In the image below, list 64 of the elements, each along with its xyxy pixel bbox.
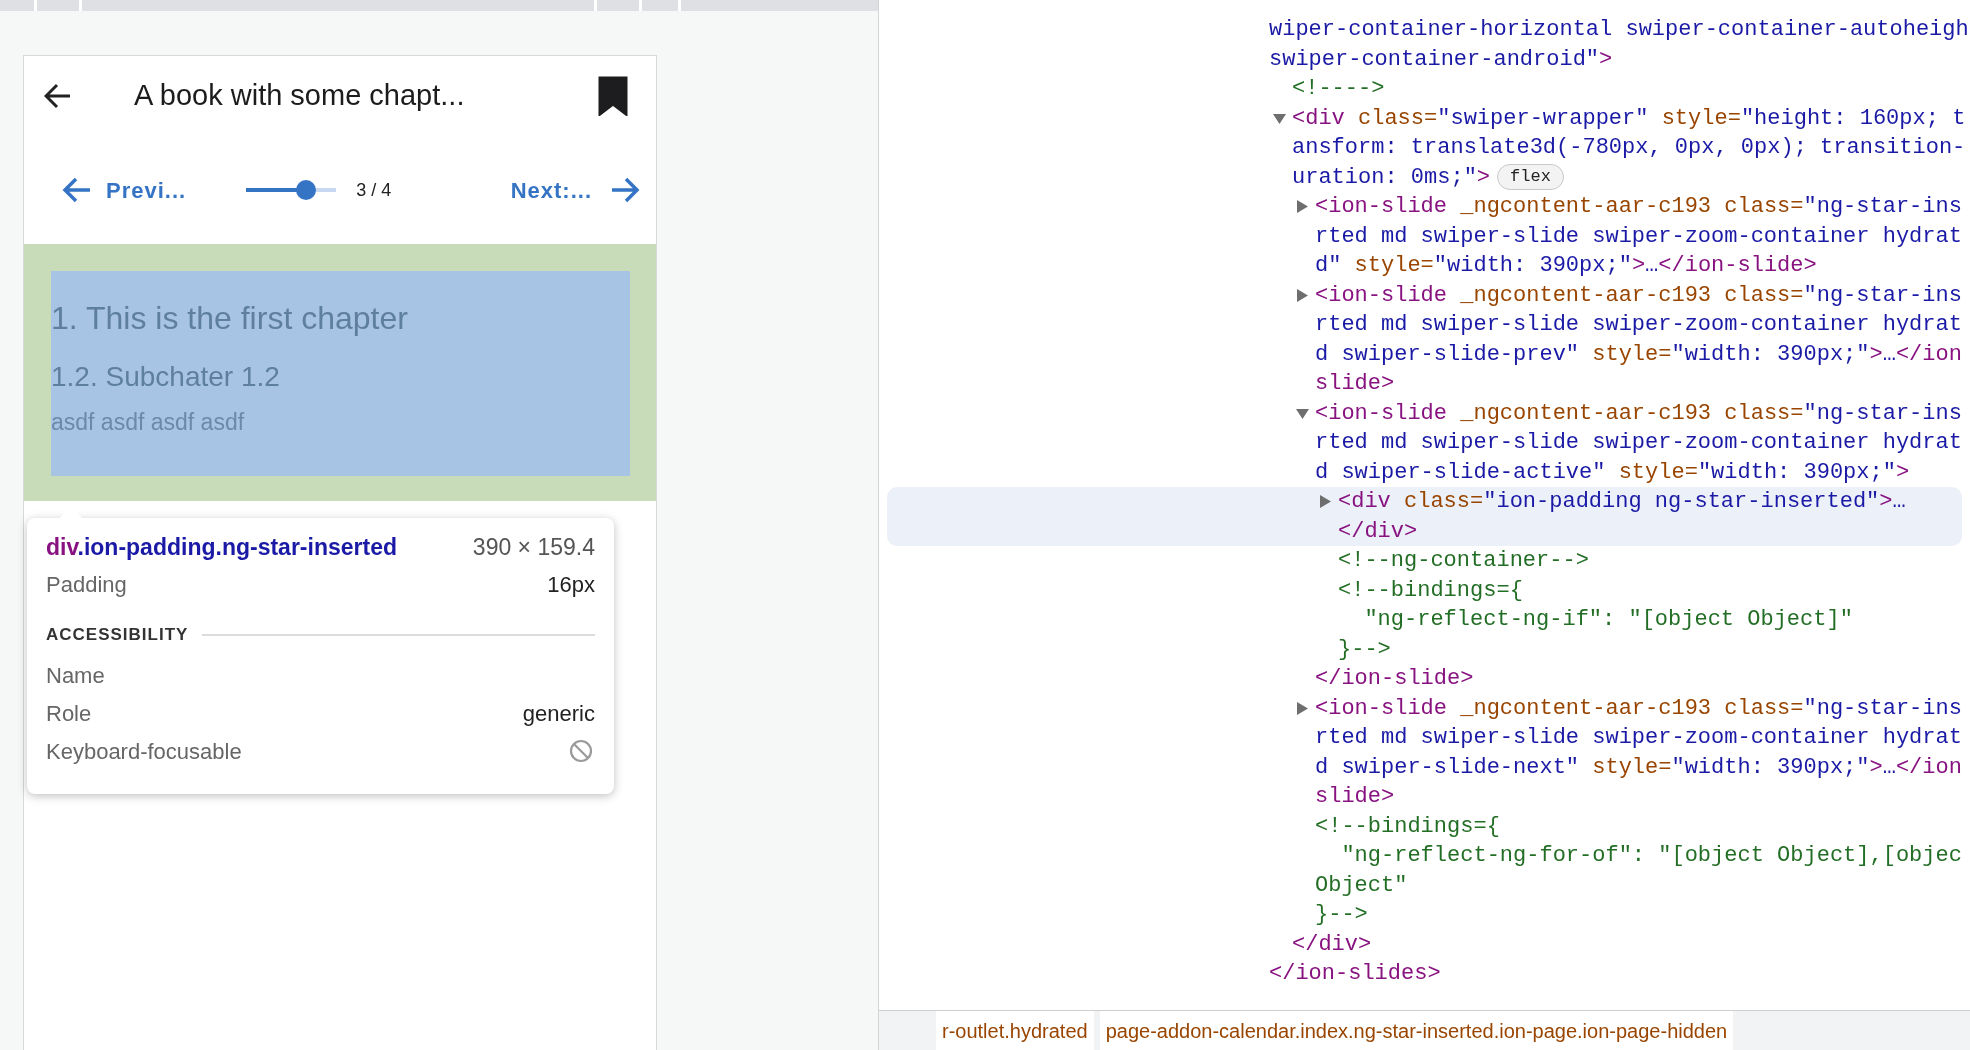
- property-label: Role: [46, 699, 92, 728]
- code-line: d" style="width: 390px;">…</ion-slide>: [1315, 252, 1817, 281]
- code-line: slide>: [1315, 783, 1395, 812]
- code-line: }-->: [1338, 635, 1391, 664]
- code-line: </ion-slide>: [1315, 665, 1474, 694]
- element-selector: div.ion-padding.ng-star-inserted: [46, 532, 397, 562]
- subchapter-heading: 1.2. Subchater 1.2: [51, 360, 281, 394]
- caret-icon[interactable]: [1296, 406, 1309, 420]
- code-line: <!--bindings={: [1338, 576, 1523, 605]
- code-line: <ion-slide _ngcontent-aar-c193 class="ng-star-ins: [1315, 281, 1962, 310]
- chapter-text: asdf asdf asdf asdf: [51, 408, 246, 437]
- chapter-heading: 1. This is the first chapter: [51, 299, 409, 338]
- code-line: <ion-slide _ngcontent-aar-c193 class="ng-star-ins: [1315, 694, 1962, 723]
- next-button[interactable]: Next:...: [510, 173, 640, 207]
- code-line: </div>: [1338, 517, 1418, 546]
- code-line: <div class="ion-padding ng-star-inserted">…: [1338, 488, 1906, 517]
- code-line: rted md swiper-slide swiper-zoom-container hydrat: [1315, 724, 1962, 753]
- code-line: slide>: [1315, 370, 1395, 399]
- slider-thumb[interactable]: [295, 180, 316, 200]
- code-line: <!--bindings={: [1315, 812, 1500, 841]
- code-line: d swiper-slide-prev" style="width: 390px;">…</ion: [1315, 340, 1962, 369]
- book-title: A book with some chapt...: [134, 78, 465, 114]
- breadcrumb-item[interactable]: r-outlet.hydrated: [936, 1011, 1094, 1050]
- breadcrumb-item[interactable]: page-addon-calendar.index.ng-star-inserted.ion-page.ion-page-hidden: [1099, 1011, 1734, 1050]
- arrow-right-icon: [610, 177, 640, 203]
- code-line: d swiper-slide-active" style="width: 390px;">: [1315, 458, 1910, 487]
- code-line: rted md swiper-slide swiper-zoom-container hydrat: [1315, 429, 1962, 458]
- property-label: Keyboard-focusable: [46, 737, 242, 766]
- bookmark-icon[interactable]: [598, 76, 628, 116]
- code-line: rted md swiper-slide swiper-zoom-container hydrat: [1315, 222, 1962, 251]
- arrow-left-icon: [62, 177, 92, 203]
- code-line: <!--ng-container-->: [1338, 547, 1589, 576]
- caret-icon[interactable]: [1296, 200, 1309, 214]
- code-line: d swiper-slide-next" style="width: 390px;">…</ion: [1315, 753, 1962, 782]
- code-line: <ion-slide _ngcontent-aar-c193 class="ng-star-ins: [1315, 399, 1962, 428]
- code-line: ansform: translate3d(-780px, 0px, 0px); transition-: [1292, 134, 1966, 163]
- property-value: generic: [522, 699, 595, 728]
- code-line: Object": [1315, 871, 1408, 900]
- flex-badge[interactable]: flex: [1497, 164, 1564, 191]
- code-line: </div>: [1292, 930, 1372, 959]
- caret-icon[interactable]: [1296, 288, 1309, 302]
- section-heading: ACCESSIBILITY: [46, 624, 189, 647]
- row-highlight[interactable]: <div class="ion-padding ng-star-inserted">… </div>: [887, 487, 1962, 546]
- code-line: }-->: [1315, 901, 1368, 930]
- code-line: </ion-slides>: [1269, 960, 1441, 989]
- code-line: "ng-reflect-ng-for-of": "[object Object],[objec: [1340, 842, 1962, 871]
- caret-icon[interactable]: [1273, 111, 1286, 125]
- caret-icon[interactable]: [1296, 701, 1309, 715]
- property-label: Padding: [46, 570, 127, 599]
- code-line: uration: 0ms;">: [1292, 163, 1491, 192]
- code-line: <ion-slide _ngcontent-aar-c193 class="ng-star-ins: [1315, 193, 1962, 222]
- property-label: Name: [46, 661, 105, 690]
- page-counter: 3 / 4: [356, 178, 392, 202]
- previous-button[interactable]: Previ...: [62, 173, 187, 207]
- code-line: <div class="swiper-wrapper" style="height: 160px; t: [1292, 104, 1966, 133]
- code-line: wiper-container-horizontal swiper-container-autoheigh: [1269, 16, 1969, 45]
- property-value: 16px: [547, 570, 595, 599]
- caret-icon[interactable]: [1319, 495, 1332, 509]
- code-line: swiper-container-android">: [1269, 45, 1613, 74]
- element-size: 390 × 159.4: [472, 532, 595, 562]
- code-line: "ng-reflect-ng-if": "[object Object]": [1363, 606, 1853, 635]
- back-arrow-icon[interactable]: [44, 83, 72, 109]
- code-line: <!---->: [1292, 75, 1385, 104]
- code-line: rted md swiper-slide swiper-zoom-container hydrat: [1315, 311, 1962, 340]
